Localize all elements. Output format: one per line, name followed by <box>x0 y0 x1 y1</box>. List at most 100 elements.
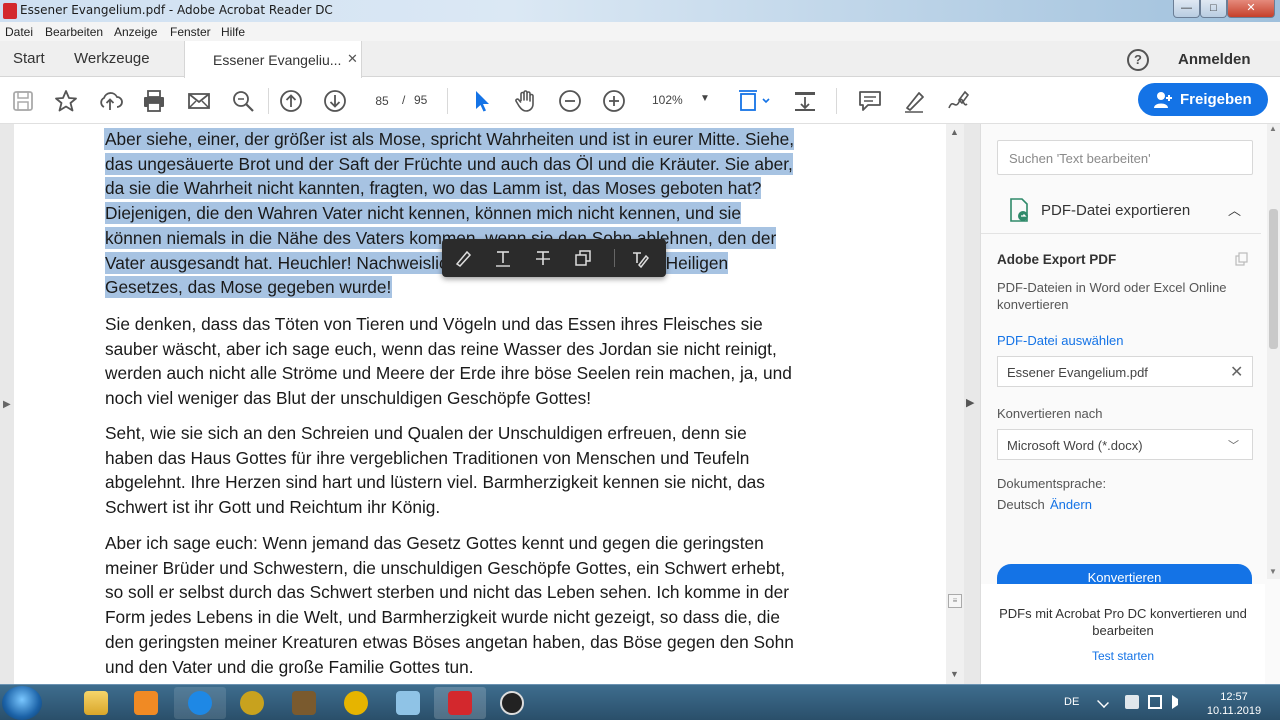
paragraph[interactable]: Aber ich sage euch: Wenn jemand das Gese… <box>105 531 865 679</box>
zoom-dropdown-icon[interactable]: ▼ <box>700 93 710 104</box>
highlight-pen-icon[interactable] <box>901 88 927 114</box>
zoom-in-icon[interactable] <box>601 88 627 114</box>
scroll-up-icon[interactable]: ▲ <box>950 127 959 137</box>
search-placeholder: Suchen 'Text bearbeiten' <box>1009 151 1151 166</box>
help-icon[interactable]: ? <box>1127 49 1149 71</box>
format-select[interactable]: Microsoft Word (*.docx) ﹀ <box>997 429 1253 460</box>
left-panel-toggle-icon[interactable]: ▶ <box>3 399 11 410</box>
window-title: Essener Evangelium.pdf - Adobe Acrobat R… <box>20 3 333 17</box>
previous-page-icon[interactable] <box>278 88 304 114</box>
edit-text-icon[interactable] <box>630 248 650 269</box>
tab-start[interactable]: Start <box>13 50 45 67</box>
menu-hilfe[interactable]: Hilfe <box>221 25 245 39</box>
split-view-icon[interactable]: ≡ <box>948 594 962 608</box>
change-language-link[interactable]: Ändern <box>1050 497 1092 512</box>
system-clock[interactable]: 12:57 10.11.2019 <box>1204 690 1264 718</box>
menu-anzeige[interactable]: Anzeige <box>114 25 157 39</box>
paragraph[interactable]: Seht, wie sie sich an den Schreien und Q… <box>105 421 865 520</box>
tab-document[interactable]: Essener Evangeliu... ✕ <box>184 41 362 78</box>
action-center-icon[interactable] <box>1125 695 1139 709</box>
star-icon[interactable] <box>53 88 79 114</box>
document-viewport[interactable]: ▶ Aber siehe, einer, der größer ist als … <box>0 124 980 684</box>
media-player-taskbar-icon[interactable] <box>120 687 172 719</box>
maximize-button[interactable]: □ <box>1200 0 1227 18</box>
next-page-icon[interactable] <box>322 88 348 114</box>
add-user-icon <box>1154 92 1172 108</box>
start-button[interactable] <box>2 686 42 720</box>
volume-icon[interactable] <box>1172 695 1178 709</box>
underline-text-icon[interactable] <box>493 248 513 268</box>
chevron-down-icon: ﹀ <box>1228 440 1239 452</box>
clear-file-icon[interactable]: ✕ <box>1230 362 1243 382</box>
comment-icon[interactable] <box>857 88 883 114</box>
audio-app-taskbar-icon[interactable] <box>330 687 382 719</box>
choose-pdf-link[interactable]: PDF-Datei auswählen <box>997 333 1123 348</box>
tab-tools[interactable]: Werkzeuge <box>74 50 150 67</box>
selected-file-field[interactable]: Essener Evangelium.pdf ✕ <box>997 356 1253 387</box>
tools-search-input[interactable]: Suchen 'Text bearbeiten' <box>997 140 1253 175</box>
tools-pane-scrollbar[interactable]: ▲ ▼ <box>1267 124 1280 579</box>
explorer-taskbar-icon[interactable] <box>70 687 122 719</box>
fit-page-icon[interactable] <box>737 88 773 114</box>
windows-taskbar: DE 12:57 10.11.2019 <box>0 684 1280 720</box>
notes-app-taskbar-icon[interactable] <box>382 687 434 719</box>
right-panel-toggle-icon[interactable]: ▶ <box>966 396 974 409</box>
page-separator: / <box>402 93 406 107</box>
print-icon[interactable] <box>141 88 167 114</box>
tray-expand-icon[interactable] <box>1097 696 1109 708</box>
toolbar-divider <box>614 249 615 267</box>
zoom-out-icon[interactable] <box>557 88 583 114</box>
network-icon[interactable] <box>1148 695 1162 709</box>
convert-button[interactable]: Konvertieren <box>997 564 1252 584</box>
keyboard-language[interactable]: DE <box>1064 696 1079 708</box>
collapse-chevron-icon[interactable]: ︿ <box>1228 200 1241 219</box>
copy-icon[interactable] <box>573 248 593 268</box>
strikethrough-text-icon[interactable] <box>533 248 553 268</box>
scroll-down-icon[interactable]: ▼ <box>950 669 959 679</box>
document-scrollbar[interactable]: ▲ ≡ ▼ <box>946 124 964 684</box>
obs-taskbar-icon[interactable] <box>486 687 538 719</box>
mail-icon[interactable] <box>186 88 212 114</box>
paragraph[interactable]: Sie denken, dass das Töten von Tieren un… <box>105 312 865 411</box>
acrobat-taskbar-icon[interactable] <box>434 687 486 719</box>
save-icon[interactable] <box>10 88 36 114</box>
scroll-mode-icon[interactable] <box>792 88 818 114</box>
hand-tool-icon[interactable] <box>513 88 539 114</box>
menu-datei[interactable]: Datei <box>5 25 33 39</box>
close-window-button[interactable]: ✕ <box>1227 0 1275 18</box>
menu-fenster[interactable]: Fenster <box>170 25 211 39</box>
app-taskbar-icon[interactable] <box>226 687 278 719</box>
duplicate-icon[interactable] <box>1235 252 1249 266</box>
page-number-input[interactable]: 85 <box>366 91 398 111</box>
app-taskbar-icon[interactable] <box>278 687 330 719</box>
window-titlebar[interactable]: Essener Evangelium.pdf - Adobe Acrobat R… <box>0 0 1280 22</box>
browser-taskbar-icon[interactable] <box>174 687 226 719</box>
start-trial-link[interactable]: Test starten <box>981 649 1265 663</box>
tab-document-label: Essener Evangeliu... <box>213 52 342 68</box>
pdf-page[interactable]: Aber siehe, einer, der größer ist als Mo… <box>14 124 946 684</box>
minimize-button[interactable]: — <box>1173 0 1200 18</box>
cloud-upload-icon[interactable] <box>97 88 123 114</box>
highlight-icon[interactable] <box>453 248 473 268</box>
export-pdf-header[interactable]: PDF-Datei exportieren ︿ <box>981 186 1261 234</box>
menu-bearbeiten[interactable]: Bearbeiten <box>45 25 103 39</box>
share-button[interactable]: Freigeben <box>1138 83 1268 116</box>
tools-pane: Suchen 'Text bearbeiten' PDF-Datei expor… <box>980 124 1280 684</box>
adobe-export-pdf-title: Adobe Export PDF <box>997 252 1117 267</box>
menu-bar: Datei Bearbeiten Anzeige Fenster Hilfe <box>0 22 1280 41</box>
export-description: PDF-Dateien in Word oder Excel Online ko… <box>997 280 1227 312</box>
close-tab-icon[interactable]: ✕ <box>347 51 358 67</box>
zoom-level[interactable]: 102% <box>652 93 683 107</box>
convert-to-label: Konvertieren nach <box>997 406 1103 421</box>
scroll-up-icon[interactable]: ▲ <box>1269 124 1277 133</box>
scroll-down-icon[interactable]: ▼ <box>1269 567 1277 576</box>
main-toolbar: 85 / 95 102% ▼ <box>0 78 1280 124</box>
clock-date: 10.11.2019 <box>1206 705 1262 717</box>
sign-icon[interactable] <box>945 88 971 114</box>
zoom-search-icon[interactable] <box>230 88 256 114</box>
signin-button[interactable]: Anmelden <box>1178 51 1251 68</box>
select-cursor-icon[interactable] <box>469 88 495 114</box>
promo-text: PDFs mit Acrobat Pro DC konvertieren und… <box>999 606 1247 638</box>
toolbar-divider <box>836 88 837 114</box>
scrollbar-thumb[interactable] <box>1269 209 1278 349</box>
